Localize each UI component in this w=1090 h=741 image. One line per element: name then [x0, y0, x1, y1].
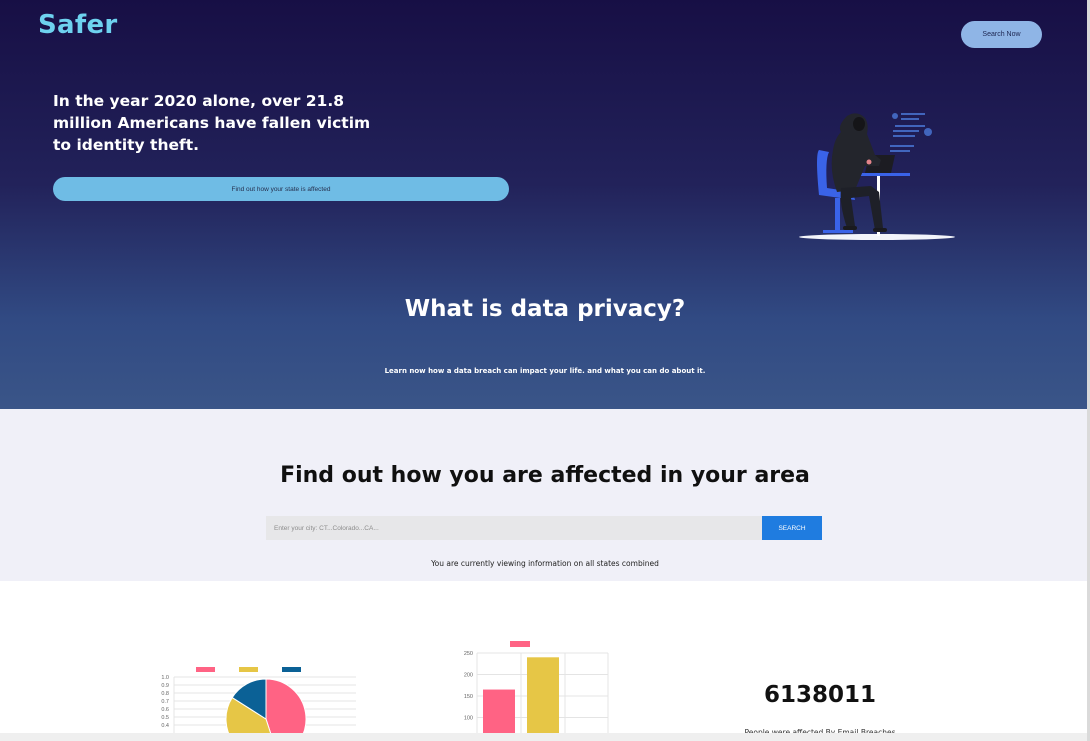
hero-section: Safer Search Now In the year 2020 alone,… — [0, 0, 1090, 409]
bar-y-tick-label: 200 — [464, 673, 473, 679]
bar — [527, 657, 559, 741]
pie-chart: 1.0 0.9 0.8 0.7 0.6 0.5 0.4 — [161, 667, 356, 741]
pie-y-tick-label: 0.8 — [161, 691, 169, 697]
find-state-button[interactable]: Find out how your state is affected — [53, 177, 509, 201]
pie-y-tick-label: 0.9 — [161, 683, 169, 689]
pie-slice — [265, 678, 307, 741]
pie-y-tick-label: 0.5 — [161, 715, 169, 721]
search-section: Find out how you are affected in your ar… — [0, 409, 1090, 581]
breach-count: 6138011 — [763, 682, 877, 708]
search-button[interactable]: SEARCH — [762, 516, 822, 540]
bar-y-tick-label: 250 — [464, 651, 473, 657]
logo[interactable]: Safer — [38, 10, 118, 40]
bar-legend-swatch — [510, 641, 530, 647]
privacy-title: What is data privacy? — [404, 296, 686, 322]
hero-headline: In the year 2020 alone, over 21.8 millio… — [53, 92, 371, 154]
pie-y-tick-label: 0.7 — [161, 699, 169, 705]
hacker-at-laptop-illustration — [799, 113, 955, 240]
pie-legend-swatch — [196, 667, 215, 672]
bar-chart: 250 200 150 100 — [464, 641, 609, 741]
viewing-status-text: You are currently viewing information on… — [431, 559, 659, 568]
privacy-subtitle: Learn now how a data breach can impact y… — [384, 367, 706, 375]
pie-legend-swatch — [282, 667, 301, 672]
bar-y-tick-label: 100 — [464, 716, 473, 722]
pie-y-tick-label: 0.6 — [161, 707, 169, 713]
city-search-input[interactable] — [266, 516, 762, 540]
pie-legend-swatch — [239, 667, 258, 672]
search-now-button[interactable]: Search Now — [961, 21, 1042, 48]
pie-y-tick-label: 1.0 — [161, 675, 169, 681]
bottom-scrollbar[interactable] — [0, 733, 1090, 741]
bar-y-tick-label: 150 — [464, 694, 473, 700]
search-title: Find out how you are affected in your ar… — [280, 463, 810, 488]
pie-y-tick-label: 0.4 — [161, 723, 169, 729]
stats-section: 1.0 0.9 0.8 0.7 0.6 0.5 0.4 250 200 150 100 61380… — [0, 581, 1090, 741]
